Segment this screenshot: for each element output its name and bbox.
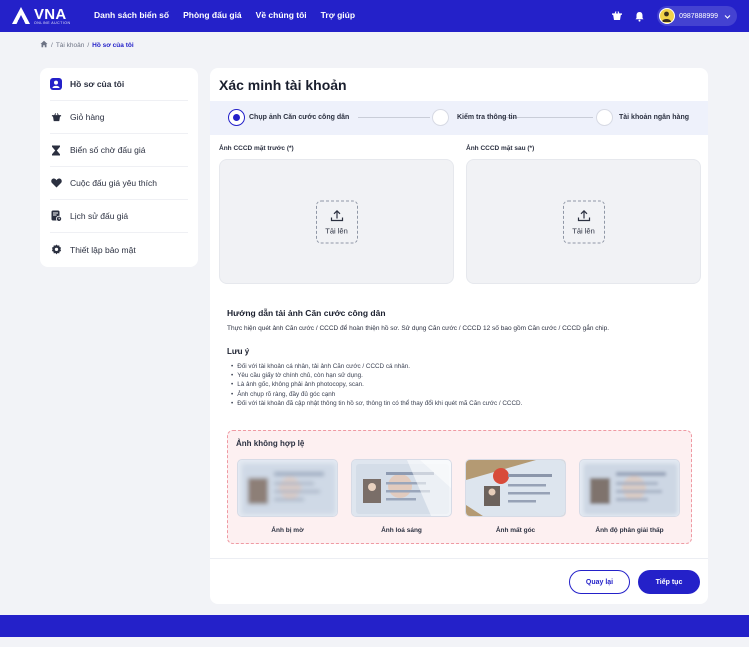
sidebar-item-security[interactable]: Thiết lập bảo mật [50, 233, 188, 266]
top-navbar: VNA ONLINE AUCTION Danh sách biển số Phò… [0, 0, 749, 32]
cart-icon [50, 111, 62, 123]
note-item: Đối với tài khoản đã cập nhật thông tin … [231, 399, 522, 408]
sidebar-item-profile[interactable]: Hồ sơ của tôi [50, 68, 188, 101]
sidebar-item-label: Lịch sử đấu giá [70, 211, 129, 221]
step-indicator [432, 109, 449, 126]
front-upload-button[interactable]: Tải lên [315, 200, 358, 243]
breadcrumb-profile: Hồ sơ của tôi [92, 41, 134, 49]
breadcrumb-account[interactable]: Tài khoản [56, 42, 85, 49]
note-title: Lưu ý [227, 347, 250, 356]
invalid-example-low-resolution [579, 459, 680, 517]
nav-bien-so[interactable]: Danh sách biển số [94, 10, 169, 20]
nav-tro-giup[interactable]: Trợ giúp [321, 10, 355, 20]
gear-icon [50, 244, 62, 256]
page-footer [0, 615, 749, 637]
step-indicator-active [228, 109, 245, 126]
verification-card: Xác minh tài khoản Chụp ảnh Căn cước côn… [210, 68, 708, 604]
back-id-dropzone[interactable]: Tải lên [466, 159, 701, 284]
stepper: Chụp ảnh Căn cước công dân Kiểm tra thôn… [210, 101, 708, 135]
user-phone: 0987888999 [679, 12, 718, 20]
sidebar-item-history[interactable]: Lịch sử đấu giá [50, 200, 188, 233]
invalid-examples-panel: Ảnh không hợp lệ Ảnh bị mờ Ảnh loá sáng … [227, 430, 692, 544]
guide-description: Thực hiện quét ảnh Căn cước / CCCD để ho… [227, 325, 610, 332]
sidebar-item-label: Thiết lập bảo mật [70, 244, 136, 255]
sidebar-item-label: Cuộc đấu giá yêu thích [70, 178, 157, 188]
nav-ve-chung-toi[interactable]: Về chúng tôi [256, 10, 307, 20]
back-button[interactable]: Quay lại [569, 570, 630, 594]
avatar [659, 8, 676, 24]
note-item: Ảnh chụp rõ ràng, đầy đủ góc cạnh [231, 390, 522, 399]
cart-icon[interactable] [609, 8, 625, 24]
user-menu[interactable]: 0987888999 [657, 6, 737, 26]
step-indicator [596, 109, 613, 126]
logo[interactable]: VNA ONLINE AUCTION [11, 6, 71, 26]
bell-icon[interactable] [631, 8, 647, 24]
invalid-caption: Ảnh loá sáng [381, 527, 422, 534]
heart-icon [50, 177, 62, 189]
step-check-info[interactable]: Kiểm tra thông tin [432, 109, 517, 126]
invalid-caption: Ảnh mất góc [495, 527, 536, 534]
sidebar-item-cart[interactable]: Giỏ hàng [50, 101, 188, 134]
main-nav: Danh sách biển số Phòng đấu giá Về chúng… [94, 10, 369, 20]
note-item: Yêu cầu giấy tờ chính chủ, còn hạn sử dụ… [231, 371, 522, 380]
invalid-caption: Ảnh độ phân giải thấp [595, 527, 664, 534]
invalid-example-blurry [237, 459, 338, 517]
upload-label: Tải lên [325, 226, 348, 235]
logo-icon [11, 6, 31, 26]
note-item: Đối với tài khoản cá nhân, tải ảnh Căn c… [231, 362, 522, 371]
upload-label: Tải lên [572, 226, 595, 235]
continue-button[interactable]: Tiếp tục [638, 570, 700, 594]
front-id-label: Ảnh CCCD mặt trước (*) [219, 145, 294, 152]
sidebar-item-pending-plates[interactable]: Biển số chờ đấu giá [50, 134, 188, 167]
footer-divider [210, 558, 708, 559]
invalid-caption: Ảnh bị mờ [271, 527, 304, 534]
invalid-example-cut-corner [465, 459, 566, 517]
sidebar-item-label: Biển số chờ đấu giá [70, 145, 146, 155]
sidebar-item-favorites[interactable]: Cuộc đấu giá yêu thích [50, 167, 188, 200]
note-list: Đối với tài khoản cá nhân, tải ảnh Căn c… [231, 362, 522, 408]
note-item: Là ảnh gốc, không phải ảnh photocopy, sc… [231, 380, 522, 389]
step-capture-id[interactable]: Chụp ảnh Căn cước công dân [228, 109, 349, 126]
back-id-label: Ảnh CCCD mặt sau (*) [466, 145, 535, 152]
back-upload-button[interactable]: Tải lên [562, 200, 605, 243]
step-label: Tài khoản ngân hàng [619, 114, 690, 121]
page-title: Xác minh tài khoản [219, 77, 347, 93]
guide-title: Hướng dẫn tải ảnh Căn cước công dân [227, 308, 386, 318]
invalid-title: Ảnh không hợp lệ [236, 439, 305, 448]
sidebar-item-label: Hồ sơ của tôi [70, 79, 125, 89]
history-icon [50, 210, 62, 222]
front-id-dropzone[interactable]: Tải lên [219, 159, 454, 284]
logo-text: VNA [34, 5, 67, 23]
nav-phong-dau-gia[interactable]: Phòng đấu giá [183, 10, 242, 20]
step-label: Kiểm tra thông tin [457, 114, 517, 121]
step-label: Chụp ảnh Căn cước công dân [249, 114, 350, 121]
chevron-down-icon [723, 12, 731, 20]
step-bank-account[interactable]: Tài khoản ngân hàng [596, 109, 689, 126]
user-icon [50, 78, 62, 90]
hourglass-icon [50, 144, 62, 156]
home-icon[interactable] [40, 40, 48, 50]
breadcrumb: / Tài khoản / Hồ sơ của tôi [40, 40, 134, 50]
logo-subtext: ONLINE AUCTION [34, 20, 71, 25]
invalid-example-glare [351, 459, 452, 517]
upload-icon [330, 209, 343, 221]
sidebar: Hồ sơ của tôi Giỏ hàng Biển số chờ đấu g… [40, 68, 198, 267]
upload-icon [577, 209, 590, 221]
sidebar-item-label: Giỏ hàng [70, 112, 105, 122]
step-connector [358, 117, 430, 118]
